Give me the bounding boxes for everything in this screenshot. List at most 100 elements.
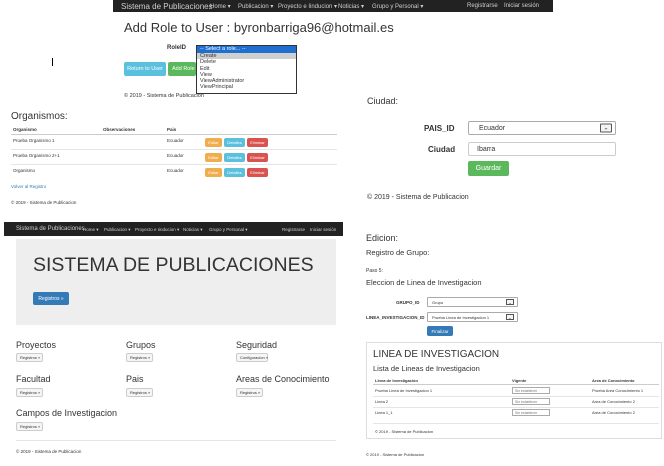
grupo-select-value: Grupo <box>432 299 444 305</box>
ciudad-title: Ciudad: <box>367 96 399 106</box>
col-vigente: Vigente <box>512 378 527 383</box>
pais-registros-button[interactable]: Registros » <box>126 388 153 397</box>
row-3-edit-button[interactable]: Editar <box>205 168 222 177</box>
linea-row-3-name: Linea 1_1 <box>375 410 393 415</box>
panel-add-role: Sistema de Publicaciones Home ▾ Publicac… <box>0 0 553 105</box>
row-divider <box>11 149 337 150</box>
nav-publicacion[interactable]: Publicacion ▾ <box>238 3 273 10</box>
linea-row-3-area: Area de Conocimiento 2 <box>592 410 635 415</box>
table-row-3-pais: Ecuador <box>167 168 184 173</box>
proyectos-registros-button[interactable]: Registros » <box>16 353 43 362</box>
chevron-down-icon: ⌄ <box>600 123 612 133</box>
ciudad-input-value: Ibarra <box>477 145 496 153</box>
linea-row-1-area: Prueba Area Conocimiento 1 <box>592 388 644 393</box>
nav-noticias[interactable]: Noticias ▾ <box>183 227 203 233</box>
jumbotron: SISTEMA DE PUBLICACIONES Registros » <box>16 239 336 325</box>
edicion-title: Edicion: <box>366 233 399 243</box>
facultad-registros-button[interactable]: Registros » <box>16 388 43 397</box>
home-footer-divider <box>16 440 336 441</box>
save-button[interactable]: Guardar <box>468 161 509 176</box>
pais-id-label: PAIS_ID <box>424 124 455 133</box>
section-proyectos-title: Proyectos <box>16 340 57 350</box>
section-areas-title: Areas de Conocimiento <box>236 374 330 384</box>
hero-registros-button[interactable]: Registros » <box>33 292 69 305</box>
linea-id-label: LINEA_INVESTIGACION_ID <box>366 315 425 320</box>
ciudad-label: Ciudad <box>428 145 456 154</box>
role-label: RoleID <box>167 45 187 51</box>
step-label: Paso 5: <box>366 268 383 274</box>
section-campos-title: Campos de Investigacion <box>16 408 118 418</box>
finish-button[interactable]: Finalizar <box>427 326 453 336</box>
nav-home[interactable]: Home ▾ <box>210 3 231 10</box>
nav-grupo[interactable]: Grupo y Personal ▾ <box>372 3 423 10</box>
section-grupos-title: Grupos <box>126 340 156 350</box>
linea-row-2-name: Linea 2 <box>375 399 389 404</box>
linea-row-2-vigente-select[interactable]: Sin establecer <box>512 398 550 405</box>
linea-select[interactable]: Prueba Linea de Investigacion 1 ⌄ <box>427 312 518 322</box>
return-to-user-button[interactable]: Return to User <box>124 62 166 76</box>
row-3-details-button[interactable]: Detalles <box>224 168 245 177</box>
linea-panel-footer: © 2019 - Sistema de Publicacion <box>375 429 434 434</box>
home-footer: © 2019 - Sistema de Publicacion <box>16 449 82 454</box>
section-seguridad-title: Seguridad <box>236 340 278 350</box>
organismos-footer: © 2019 - Sistema de Publicacion <box>11 200 77 205</box>
col-pais: Pais <box>167 127 177 132</box>
row-1-details-button[interactable]: Detalles <box>224 138 245 147</box>
table-row-1-organismo: Prueba Organismo 1 <box>13 138 55 143</box>
nav-home[interactable]: Home ▾ <box>83 227 99 233</box>
row-3-delete-button[interactable]: Eliminar <box>247 168 268 177</box>
brand-link[interactable]: Sistema de Publicaciones <box>16 226 85 232</box>
panel-footer-divider <box>373 423 659 424</box>
section-facultad-title: Facultad <box>16 374 51 384</box>
nav-register[interactable]: Registrarse <box>282 227 305 232</box>
grupos-registros-button[interactable]: Registros » <box>126 353 153 362</box>
nav-proyecto[interactable]: Proyecto e Iinducion ▾ <box>278 3 337 10</box>
pais-select[interactable]: Ecuador ⌄ <box>468 121 616 135</box>
role-select-current[interactable]: -- Select a role... -- <box>197 46 296 53</box>
grupo-id-label: GRUPO_ID <box>396 300 420 305</box>
grupo-select[interactable]: Grupo ⌄ <box>427 297 518 307</box>
nav-grupo[interactable]: Grupo y Personal ▾ <box>209 227 248 233</box>
linea-header-divider <box>373 384 659 385</box>
row-2-delete-button[interactable]: Eliminar <box>247 153 268 162</box>
row-2-edit-button[interactable]: Editar <box>205 153 222 162</box>
linea-row-3-vigente-select[interactable]: Sin establecer <box>512 409 550 416</box>
table-row-1-pais: Ecuador <box>167 138 184 143</box>
row-divider <box>373 407 659 408</box>
brand-link[interactable]: Sistema de Publicaciones <box>121 2 213 11</box>
seguridad-configuracion-button[interactable]: Configuracion » <box>236 353 268 362</box>
linea-row-1-name: Prueba Linea de Investigacion 1 <box>375 388 433 393</box>
section-pais-title: Pais <box>126 374 144 384</box>
hero-title: SISTEMA DE PUBLICACIONES <box>33 254 314 276</box>
nav-login[interactable]: Iniciar sesión <box>310 227 336 232</box>
linea-panel-subtitle: Lista de Lineas de Investigacion <box>373 364 480 373</box>
nav-publicacion[interactable]: Publicacion ▾ <box>104 227 131 233</box>
text-cursor <box>52 58 53 66</box>
col-organismo: Organismo <box>13 127 37 132</box>
registro-grupo-subtitle: Registro de Grupo: <box>366 248 430 257</box>
row-divider <box>11 164 337 165</box>
back-to-registry-link[interactable]: Volver al Registro <box>11 184 46 189</box>
nav-noticias[interactable]: Noticias ▾ <box>338 3 364 10</box>
nav-register[interactable]: Registrarse <box>467 3 498 9</box>
table-row-3-organismo: Organismo <box>13 168 36 173</box>
linea-select-value: Prueba Linea de Investigacion 1 <box>432 314 490 320</box>
ciudad-input[interactable]: Ibarra <box>468 142 616 156</box>
panel-edicion: Edicion: Registro de Grupo: Paso 5: Elec… <box>360 225 664 466</box>
role-option-viewprincipal[interactable]: ViewPrincipal <box>197 84 296 90</box>
campos-registros-button[interactable]: Registros » <box>16 422 43 431</box>
pais-select-value: Ecuador <box>479 124 506 132</box>
row-2-details-button[interactable]: Detalles <box>224 153 245 162</box>
row-1-edit-button[interactable]: Editar <box>205 138 222 147</box>
row-1-delete-button[interactable]: Eliminar <box>247 138 268 147</box>
nav-proyecto[interactable]: Proyecto e Iinducion ▾ <box>135 227 179 233</box>
add-role-button[interactable]: Add Role <box>168 62 196 76</box>
vigente-value: Sin establecer <box>515 410 538 415</box>
areas-registros-button[interactable]: Registros » <box>236 388 263 397</box>
table-row-2-pais: Ecuador <box>167 153 184 158</box>
linea-row-1-vigente-select[interactable]: Sin establecer <box>512 387 550 394</box>
vigente-value: Sin establecer <box>515 388 538 393</box>
nav-login[interactable]: Iniciar sesión <box>504 3 539 9</box>
footer-text: © 2019 - Sistema de Publicacion <box>124 93 204 99</box>
role-select-listbox[interactable]: -- Select a role... -- Create Delete Edi… <box>196 45 297 94</box>
